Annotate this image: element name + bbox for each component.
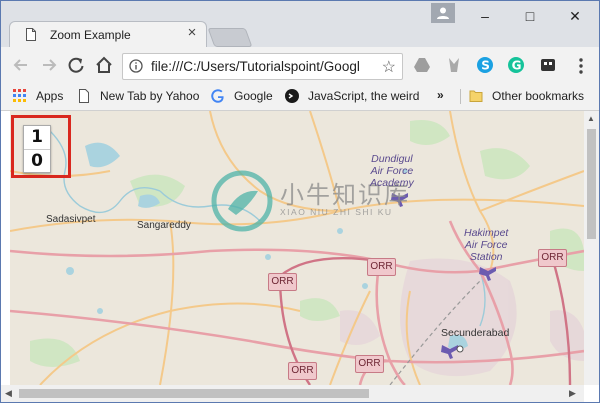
place-label-hakimpet-afs: Hakimpet Air Force Station (464, 227, 508, 263)
overflow-chevron-icon: » (437, 88, 444, 102)
more-menu-icon[interactable] (573, 57, 589, 75)
home-icon[interactable] (94, 55, 114, 75)
maximize-button[interactable]: □ (508, 3, 552, 29)
horizontal-scroll-thumb[interactable] (19, 389, 369, 398)
orr-road-shield: ORR (268, 273, 297, 291)
tab-strip: Zoom Example × – □ ✕ (1, 1, 599, 48)
bookmark-star-icon[interactable]: ☆ (382, 57, 396, 77)
label-line: Air Force (464, 239, 508, 251)
page-icon (79, 89, 89, 103)
js-icon (285, 89, 299, 103)
grammarly-icon[interactable]: G (507, 56, 525, 74)
bookmark-label: JavaScript, the weird (308, 89, 420, 103)
reload-icon[interactable] (66, 55, 86, 75)
bookmarks-bar: Apps New Tab by Yahoo Google JavaScript,… (1, 83, 599, 111)
bookmarks-overflow-button[interactable]: » (437, 88, 444, 105)
scroll-up-icon[interactable]: ▲ (587, 114, 595, 123)
svg-text:S: S (481, 58, 490, 72)
close-window-button[interactable]: ✕ (553, 3, 597, 29)
browser-window: Zoom Example × – □ ✕ file:///C:/Users/Tu… (0, 0, 600, 403)
profile-icon[interactable] (431, 3, 455, 23)
new-tab-button[interactable] (207, 28, 253, 47)
watermark-subtext: XIAO NIU ZHI SHI KU (280, 207, 393, 217)
place-label-dundigul-afa: Dundigul Air Force Academy (370, 153, 414, 189)
drive-extension-icon[interactable] (413, 56, 431, 74)
zoom-out-button[interactable]: 0 (24, 150, 50, 173)
place-label-sangareddy: Sangareddy (137, 220, 191, 231)
watermark-icon (211, 170, 273, 232)
label-line: Hakimpet (464, 227, 509, 239)
label-line: Air Force (370, 165, 414, 177)
extension-icon[interactable] (445, 56, 463, 74)
vertical-scrollbar[interactable]: ▲ (584, 111, 599, 385)
page-icon (26, 28, 36, 41)
skype-icon[interactable]: S (476, 56, 494, 74)
tab-zoom-example[interactable]: Zoom Example × (9, 21, 207, 48)
scroll-right-icon[interactable]: ▶ (569, 388, 576, 399)
orr-road-shield: ORR (367, 258, 396, 276)
forward-arrow-icon[interactable] (39, 55, 59, 75)
minimize-button[interactable]: – (463, 3, 507, 29)
svg-text:G: G (512, 58, 522, 72)
google-icon (211, 89, 224, 103)
label-line: Academy (370, 177, 414, 189)
orr-road-shield: ORR (538, 249, 567, 267)
map-viewport[interactable]: 小牛知识库 XIAO NIU ZHI SHI KU Sadasivpet San… (10, 111, 584, 385)
back-arrow-icon[interactable] (11, 55, 31, 75)
vertical-scroll-thumb[interactable] (587, 129, 596, 239)
bookmark-label: New Tab by Yahoo (100, 89, 200, 103)
tab-title: Zoom Example (50, 28, 131, 42)
horizontal-scrollbar[interactable]: ◀ ▶ (1, 385, 584, 402)
bookmark-label: Other bookmarks (492, 89, 585, 103)
bookmarks-separator (460, 89, 461, 104)
zoom-in-button[interactable]: 1 (24, 126, 50, 150)
place-label-secunderabad: Secunderabad (441, 327, 510, 339)
folder-icon (469, 90, 483, 102)
bookmark-label: Google (234, 89, 273, 103)
zoom-control: 1 0 (23, 125, 51, 173)
url-text[interactable]: file:///C:/Users/Tutorialspoint/Googl (151, 59, 373, 74)
tab-close-icon[interactable]: × (184, 25, 200, 41)
label-line: Station (469, 251, 503, 263)
apps-grid-icon (13, 89, 26, 102)
info-icon[interactable] (129, 59, 143, 73)
zoom-control-highlight: 1 0 (11, 115, 71, 178)
scroll-left-icon[interactable]: ◀ (5, 388, 12, 399)
orr-road-shield: ORR (288, 362, 317, 380)
toolbar: file:///C:/Users/Tutorialspoint/Googl ☆ … (1, 47, 599, 83)
address-bar[interactable]: file:///C:/Users/Tutorialspoint/Googl ☆ (122, 53, 403, 80)
page-margin (1, 111, 10, 385)
media-extension-icon[interactable] (539, 56, 557, 74)
bookmark-label: Apps (36, 89, 64, 103)
label-line: Dundigul (371, 153, 413, 165)
orr-road-shield: ORR (355, 355, 384, 373)
place-label-sadasivpet: Sadasivpet (46, 214, 96, 225)
